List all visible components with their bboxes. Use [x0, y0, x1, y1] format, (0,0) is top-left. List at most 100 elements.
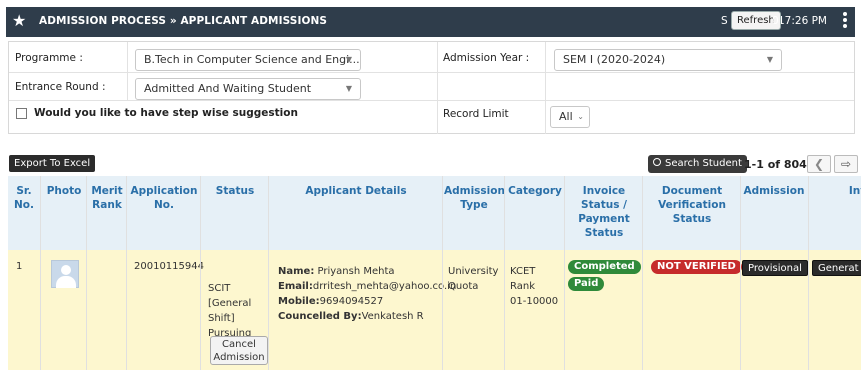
status-line: Shift]: [208, 313, 235, 324]
header-text: Merit: [91, 185, 123, 197]
table-header-row: Sr. No. Photo Merit Rank Application No.…: [8, 176, 861, 250]
step-wise-label: Would you like to have step wise suggest…: [34, 107, 298, 119]
divider: [437, 42, 438, 134]
applicant-name: Name: Priyansh Mehta: [278, 264, 456, 279]
header-text: Status /: [581, 199, 627, 211]
header-text: Type: [460, 199, 488, 211]
header-text: Sr.: [16, 185, 32, 197]
search-student-button[interactable]: Search Student: [648, 155, 747, 173]
record-limit-label: Record Limit: [443, 108, 509, 120]
divider: [40, 176, 41, 370]
step-wise-checkbox[interactable]: [16, 108, 27, 119]
payment-status-badge: Paid: [568, 277, 605, 291]
divider: [86, 176, 87, 370]
star-icon: ★: [12, 11, 27, 30]
programme-label: Programme :: [15, 52, 83, 64]
category-line: Rank: [510, 281, 535, 292]
col-category: Category: [508, 185, 562, 197]
title-fragment-left: S: [721, 15, 728, 27]
programme-select[interactable]: B.Tech in Computer Science and Engi... ▼: [135, 49, 361, 71]
col-admission: Admission: [743, 185, 805, 197]
cancel-admission-button[interactable]: Cancel Admission: [210, 336, 268, 365]
category-line: KCET: [510, 266, 536, 277]
header-text: Verification: [658, 199, 726, 211]
category: KCET Rank 01-10000: [510, 264, 558, 309]
cancel-line: Admission: [213, 352, 265, 363]
status-line: [General: [208, 298, 252, 309]
arrow-right-icon[interactable]: ⇨: [834, 155, 858, 173]
email-label: Email:: [278, 281, 313, 292]
chevron-down-icon: ▼: [345, 55, 352, 64]
page-title: ADMISSION PROCESS » APPLICANT ADMISSIONS: [39, 15, 328, 27]
header-text: No.: [154, 199, 174, 211]
title-bar: ★ ADMISSION PROCESS » APPLICANT ADMISSIO…: [6, 7, 855, 37]
applicant-details: Name: Priyansh Mehta Email:drritesh_meht…: [278, 264, 456, 324]
header-text: Invoice: [582, 185, 626, 197]
divider: [268, 176, 269, 370]
applicant-counsellor: Councelled By:Venkatesh R: [278, 309, 456, 324]
divider: [504, 176, 505, 370]
header-text: No.: [14, 199, 34, 211]
admission-type-line: University: [448, 266, 499, 277]
counselled-label: Councelled By:: [278, 311, 362, 322]
email-value: drritesh_mehta@yahoo.co.in: [312, 281, 457, 292]
header-text: Admission: [444, 185, 505, 197]
mobile-value: 9694094527: [319, 296, 384, 307]
header-text: Status: [672, 213, 712, 225]
filter-panel: Programme : B.Tech in Computer Science a…: [8, 41, 855, 134]
divider: [808, 176, 809, 370]
mobile-label: Mobile:: [278, 296, 320, 307]
divider: [545, 42, 546, 134]
record-limit-select[interactable]: All ⌄: [550, 106, 590, 128]
col-invoice: Invoice Status / Payment Status: [566, 184, 642, 240]
counselled-value: Venkatesh R: [361, 311, 424, 322]
applicant-table: Sr. No. Photo Merit Rank Application No.…: [8, 176, 861, 370]
applicant-email: Email:drritesh_mehta@yahoo.co.in: [278, 279, 456, 294]
col-status: Status: [215, 185, 255, 197]
divider: [740, 176, 741, 370]
chevron-left-icon[interactable]: ❮: [807, 155, 831, 173]
col-document: Document Verification Status: [644, 184, 740, 226]
name-value: Priyansh Mehta: [317, 266, 395, 277]
admission-year-label: Admission Year :: [443, 52, 530, 64]
divider: [564, 176, 565, 370]
admission-year-select[interactable]: SEM I (2020-2024) ▼: [554, 49, 782, 71]
divider: [442, 176, 443, 370]
col-applicant: Applicant Details: [305, 185, 407, 197]
header-text: Rank: [92, 199, 122, 211]
admission-year-value: SEM I (2020-2024): [563, 53, 666, 66]
table-row: 1 20010115944 SCIT [General Shift] Pursu…: [8, 250, 861, 370]
name-label: Name:: [278, 266, 315, 277]
entrance-round-select[interactable]: Admitted And Waiting Student ▼: [135, 78, 361, 100]
col-photo: Photo: [46, 185, 82, 197]
applicant-mobile: Mobile:9694094527: [278, 294, 456, 309]
generate-button[interactable]: Generat: [812, 260, 861, 276]
chevron-down-icon: ⌄: [577, 112, 584, 121]
export-excel-button[interactable]: Export To Excel: [9, 155, 96, 172]
entrance-round-value: Admitted And Waiting Student: [144, 82, 312, 95]
header-text: Status: [584, 227, 624, 239]
title-fragment-right: 0: [772, 15, 779, 27]
status-line: SCIT: [208, 283, 231, 294]
divider: [200, 176, 201, 370]
admission-type: University Quota: [448, 264, 498, 294]
category-line: 01-10000: [510, 296, 559, 307]
record-limit-value: All: [559, 110, 573, 123]
chevron-down-icon: ▼: [345, 84, 352, 93]
col-admission-type: Admission Type: [444, 184, 505, 212]
provisional-button[interactable]: Provisional: [742, 260, 808, 276]
entrance-round-label: Entrance Round :: [15, 81, 106, 93]
header-text: Document: [661, 185, 723, 197]
pagination-info: 1-1 of 804: [744, 158, 807, 171]
admission-type-line: Quota: [448, 281, 479, 292]
invoice-status-badge: Completed: [568, 260, 641, 274]
chevron-down-icon: ▼: [766, 55, 773, 64]
col-merit: Merit Rank: [88, 184, 126, 212]
cancel-line: Cancel: [222, 339, 256, 350]
header-text: Payment: [578, 213, 630, 225]
header-text: Application: [130, 185, 198, 197]
top-area: ★ ADMISSION PROCESS » APPLICANT ADMISSIO…: [0, 0, 861, 38]
kebab-menu-icon[interactable]: [842, 12, 848, 30]
divider: [642, 176, 643, 370]
application-no: 20010115944: [134, 261, 204, 272]
